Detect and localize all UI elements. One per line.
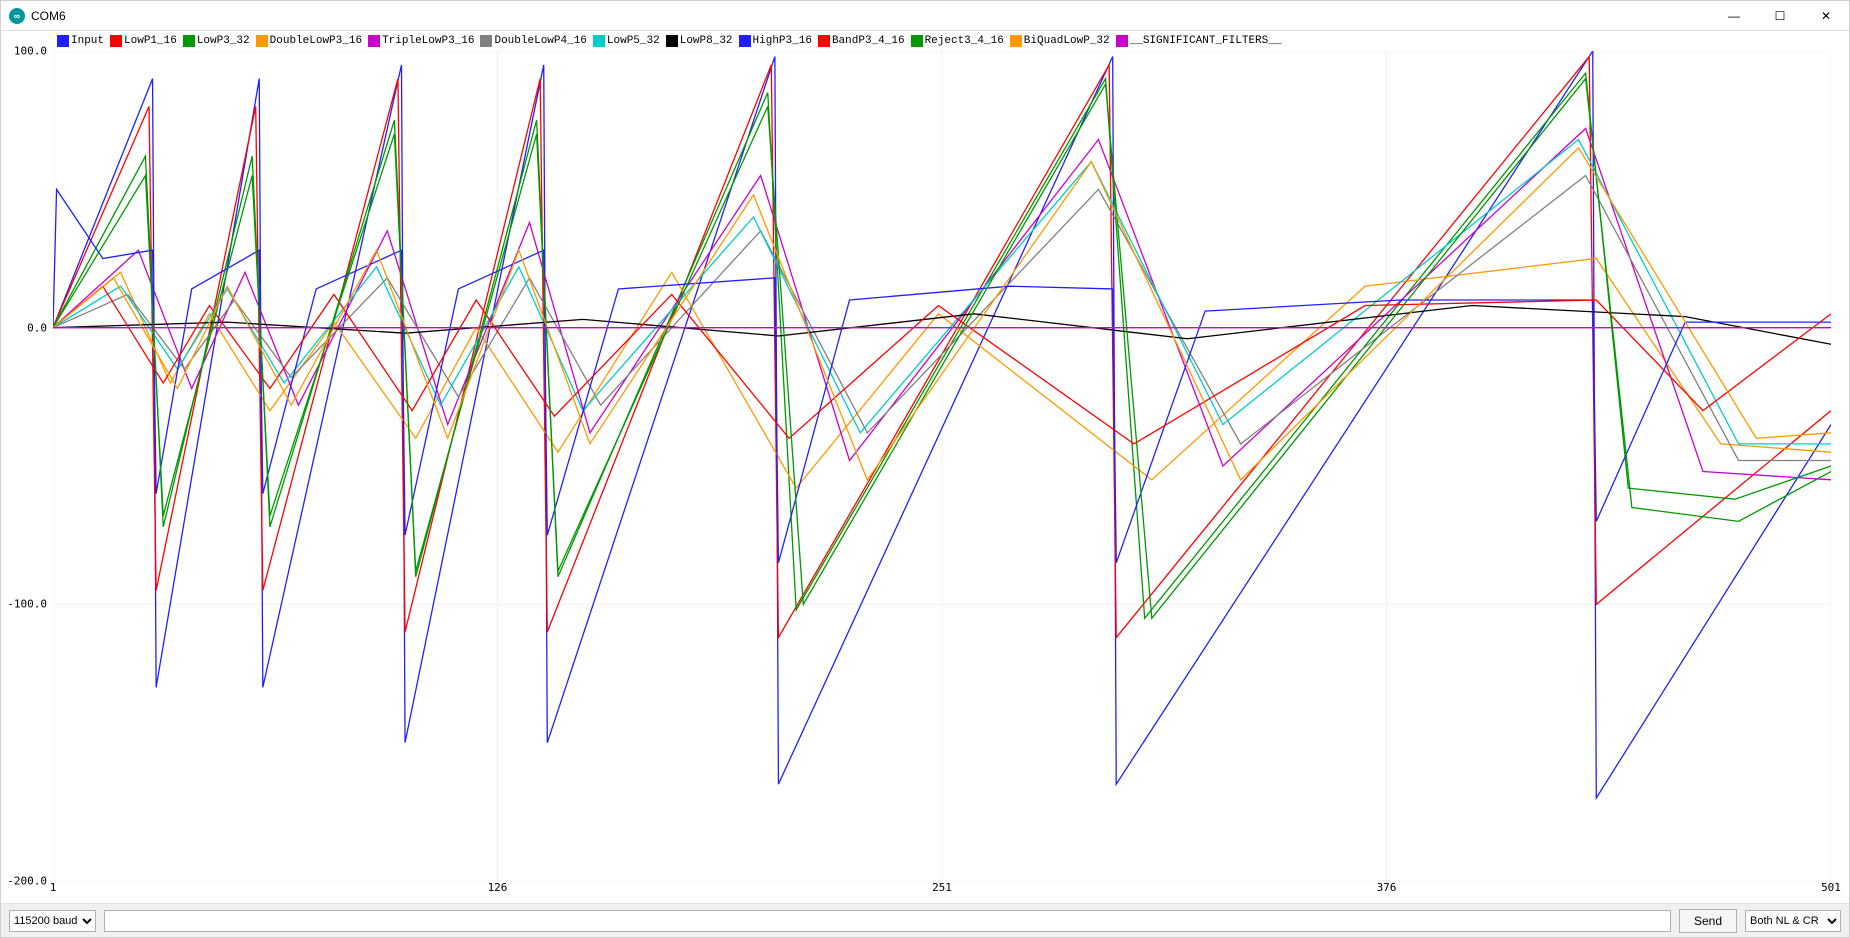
legend-swatch xyxy=(57,35,69,47)
legend-label: LowP5_32 xyxy=(607,35,660,47)
legend-label: HighP3_16 xyxy=(753,35,812,47)
send-button[interactable]: Send xyxy=(1679,909,1737,933)
legend-label: DoubleLowP3_16 xyxy=(270,35,362,47)
legend-label: Reject3_4_16 xyxy=(925,35,1004,47)
legend-label: BiQuadLowP_32 xyxy=(1024,35,1110,47)
arduino-icon: ∞ xyxy=(9,8,25,24)
legend-item: Reject3_4_16 xyxy=(911,35,1004,47)
legend-swatch xyxy=(480,35,492,47)
y-tick-label: 100.0 xyxy=(7,45,47,58)
legend-label: LowP3_32 xyxy=(197,35,250,47)
legend-item: DoubleLowP3_16 xyxy=(256,35,362,47)
legend-swatch xyxy=(1010,35,1022,47)
legend-swatch xyxy=(739,35,751,47)
legend-swatch xyxy=(1116,35,1128,47)
titlebar-left: ∞ COM6 xyxy=(9,8,66,24)
legend-item: HighP3_16 xyxy=(739,35,812,47)
legend-label: BandP3_4_16 xyxy=(832,35,905,47)
window-controls: — ☐ ✕ xyxy=(1711,1,1849,30)
y-tick-label: -200.0 xyxy=(7,875,47,888)
line-ending-select[interactable]: No line endingNewlineCarriage returnBoth… xyxy=(1745,910,1841,932)
legend-item: BandP3_4_16 xyxy=(818,35,905,47)
x-tick-label: 1 xyxy=(50,881,57,894)
legend-swatch xyxy=(911,35,923,47)
plot-svg xyxy=(53,51,1831,881)
x-tick-label: 126 xyxy=(488,881,508,894)
legend-swatch xyxy=(183,35,195,47)
legend-label: LowP8_32 xyxy=(680,35,733,47)
legend-item: BiQuadLowP_32 xyxy=(1010,35,1110,47)
bottom-toolbar: 9600 baud19200 baud38400 baud57600 baud1… xyxy=(1,903,1849,937)
legend-swatch xyxy=(110,35,122,47)
legend-swatch xyxy=(256,35,268,47)
maximize-button[interactable]: ☐ xyxy=(1757,1,1803,30)
legend-swatch xyxy=(593,35,605,47)
legend-item: __SIGNIFICANT_FILTERS__ xyxy=(1116,35,1282,47)
legend-item: DoubleLowP4_16 xyxy=(480,35,586,47)
legend-swatch xyxy=(666,35,678,47)
legend-label: DoubleLowP4_16 xyxy=(494,35,586,47)
x-tick-label: 251 xyxy=(932,881,952,894)
legend-swatch xyxy=(368,35,380,47)
minimize-button[interactable]: — xyxy=(1711,1,1757,30)
legend-label: Input xyxy=(71,35,104,47)
close-button[interactable]: ✕ xyxy=(1803,1,1849,30)
legend-label: TripleLowP3_16 xyxy=(382,35,474,47)
legend-item: Input xyxy=(57,35,104,47)
legend-item: LowP5_32 xyxy=(593,35,660,47)
legend-item: LowP3_32 xyxy=(183,35,250,47)
x-tick-label: 376 xyxy=(1377,881,1397,894)
legend-label: LowP1_16 xyxy=(124,35,177,47)
y-tick-label: -100.0 xyxy=(7,598,47,611)
plot-area: -200.0-100.00.0100.0 xyxy=(1,51,1849,881)
y-tick-label: 0.0 xyxy=(7,321,47,334)
legend-swatch xyxy=(818,35,830,47)
legend-label: __SIGNIFICANT_FILTERS__ xyxy=(1130,35,1282,47)
titlebar: ∞ COM6 — ☐ ✕ xyxy=(1,1,1849,31)
window-title: COM6 xyxy=(31,9,66,23)
legend-item: LowP8_32 xyxy=(666,35,733,47)
legend-item: LowP1_16 xyxy=(110,35,177,47)
legend-item: TripleLowP3_16 xyxy=(368,35,474,47)
x-axis-labels: 1126251376501 xyxy=(53,881,1831,903)
app-window: ∞ COM6 — ☐ ✕ Input LowP1_16 LowP3_32 Double… xyxy=(0,0,1850,938)
baud-select[interactable]: 9600 baud19200 baud38400 baud57600 baud1… xyxy=(9,910,96,932)
x-tick-label: 501 xyxy=(1821,881,1841,894)
series-legend: Input LowP1_16 LowP3_32 DoubleLowP3_16 Tripl… xyxy=(1,31,1849,51)
serial-input[interactable] xyxy=(104,910,1671,932)
